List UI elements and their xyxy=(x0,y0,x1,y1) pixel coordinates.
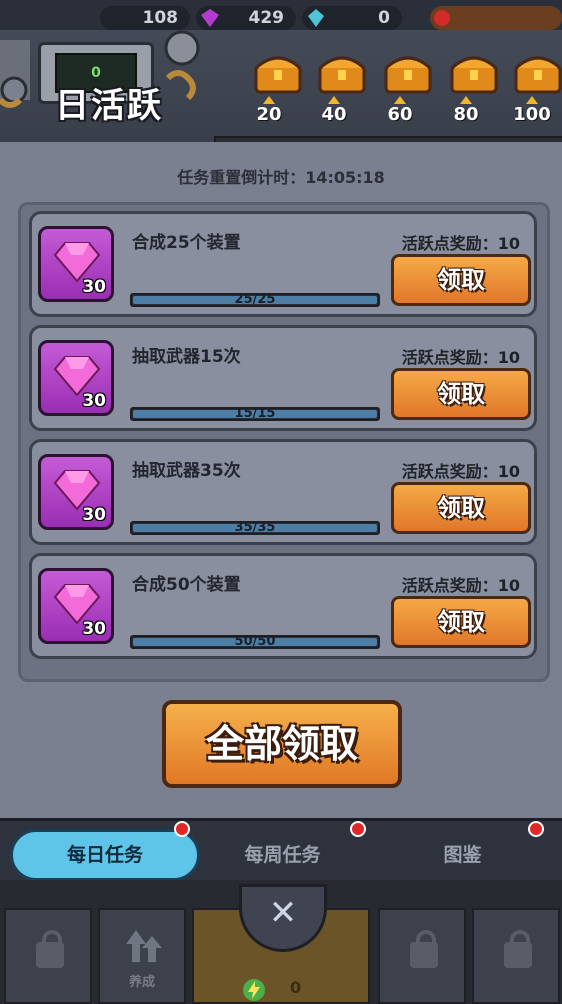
coin-counter: 108 xyxy=(100,6,190,30)
gem-counter: 429 xyxy=(196,6,296,30)
gem-icon xyxy=(201,9,219,27)
upgrade-label: 养成 xyxy=(128,975,155,990)
notification-dot-icon xyxy=(434,10,450,26)
gem-reward: 30 xyxy=(38,454,114,530)
gem-amount: 429 xyxy=(248,8,285,28)
upgrade-slot[interactable]: 养成 xyxy=(98,908,186,1004)
tab-weekly-tasks[interactable]: 每周任务 xyxy=(190,829,375,881)
notification-dot-icon xyxy=(528,821,544,837)
reward-chest-icon[interactable] xyxy=(318,52,366,94)
task-name: 合成25个装置 xyxy=(132,233,241,253)
task-panel: 任务重置倒计时：14:05:18 30 合成25个装置 活跃点奖励：10 25/… xyxy=(0,142,562,818)
milestone-marker-icon xyxy=(328,96,340,104)
upgrade-arrows-icon xyxy=(126,930,162,962)
tab-label: 每日任务 xyxy=(66,844,143,866)
task-list[interactable]: 30 合成25个装置 活跃点奖励：10 25/25 领取 30 抽取武器15次 … xyxy=(18,202,550,682)
claim-button[interactable]: 领取 xyxy=(391,596,531,648)
milestone-marker-icon xyxy=(263,96,275,104)
task-name: 合成50个装置 xyxy=(132,575,241,595)
page-title: 日活跃 xyxy=(55,86,163,126)
claim-all-button[interactable]: 全部领取 xyxy=(162,700,402,788)
lock-icon xyxy=(410,930,438,968)
reset-timer: 任务重置倒计时：14:05:18 xyxy=(177,168,385,187)
reward-chest-icon[interactable] xyxy=(514,52,562,94)
activity-reward: 活跃点奖励：10 xyxy=(401,576,520,595)
task-row: 30 合成25个装置 活跃点奖励：10 25/25 领取 xyxy=(29,211,537,317)
activity-reward: 活跃点奖励：10 xyxy=(401,462,520,481)
lightning-coin-icon xyxy=(243,979,265,1001)
gem-count: 30 xyxy=(82,505,106,525)
energy-counter: 0 xyxy=(302,6,402,30)
tab-codex[interactable]: 图鉴 xyxy=(370,829,555,881)
task-progress-bar: 15/15 xyxy=(130,406,380,421)
task-progress-bar: 35/35 xyxy=(130,520,380,535)
tab-daily-tasks[interactable]: 每日任务 xyxy=(10,829,200,881)
crystal-icon xyxy=(308,9,324,27)
notification-dot-icon xyxy=(174,821,190,837)
milestone-label: 80 xyxy=(453,104,479,125)
task-name: 抽取武器35次 xyxy=(132,461,241,481)
gem-reward: 30 xyxy=(38,340,114,416)
task-row: 30 抽取武器15次 活跃点奖励：10 15/15 领取 xyxy=(29,325,537,431)
claim-button[interactable]: 领取 xyxy=(391,368,531,420)
task-row: 30 合成50个装置 活跃点奖励：10 50/50 领取 xyxy=(29,553,537,659)
close-icon: ✕ xyxy=(268,893,298,933)
locked-slot[interactable] xyxy=(378,908,466,1004)
gem-reward: 30 xyxy=(38,226,114,302)
notification-dot-icon xyxy=(350,821,366,837)
task-progress-text: 50/50 xyxy=(234,634,276,649)
energy-amount: 0 xyxy=(378,8,390,28)
locked-slot[interactable] xyxy=(4,908,92,1004)
milestone-label: 100 xyxy=(513,104,551,125)
task-row: 30 抽取武器35次 活跃点奖励：10 35/35 领取 xyxy=(29,439,537,545)
gem-count: 30 xyxy=(82,619,106,639)
tab-label: 图鉴 xyxy=(443,844,482,866)
task-progress-text: 35/35 xyxy=(234,520,276,535)
activity-header: 0 日活跃 20 40 60 80 100 xyxy=(0,30,562,154)
milestone-label: 20 xyxy=(256,104,282,125)
task-tabs: 每日任务 每周任务 图鉴 xyxy=(0,818,562,883)
task-progress-bar: 50/50 xyxy=(130,634,380,649)
milestone-marker-icon xyxy=(394,96,406,104)
milestone-marker-icon xyxy=(526,96,538,104)
activity-reward: 活跃点奖励：10 xyxy=(401,348,520,367)
gem-count: 30 xyxy=(82,391,106,411)
task-progress-text: 15/15 xyxy=(234,406,276,421)
milestone-label: 40 xyxy=(321,104,347,125)
lock-icon xyxy=(36,930,64,968)
claim-button[interactable]: 领取 xyxy=(391,482,531,534)
gem-reward: 30 xyxy=(38,568,114,644)
milestone-marker-icon xyxy=(460,96,472,104)
gem-count: 30 xyxy=(82,277,106,297)
lock-icon xyxy=(504,930,532,968)
locked-slot[interactable] xyxy=(472,908,560,1004)
task-progress-bar: 25/25 xyxy=(130,292,380,307)
reward-chest-icon[interactable] xyxy=(384,52,432,94)
shop-banner[interactable] xyxy=(430,6,562,30)
task-progress-text: 25/25 xyxy=(234,292,276,307)
claim-button[interactable]: 领取 xyxy=(391,254,531,306)
reward-chest-icon[interactable] xyxy=(254,52,302,94)
task-name: 抽取武器15次 xyxy=(132,347,241,367)
reward-chest-icon[interactable] xyxy=(450,52,498,94)
center-value: 0 xyxy=(290,978,302,997)
tab-label: 每周任务 xyxy=(244,844,321,866)
activity-reward: 活跃点奖励：10 xyxy=(401,234,520,253)
milestone-label: 60 xyxy=(387,104,413,125)
coin-amount: 108 xyxy=(142,8,179,28)
